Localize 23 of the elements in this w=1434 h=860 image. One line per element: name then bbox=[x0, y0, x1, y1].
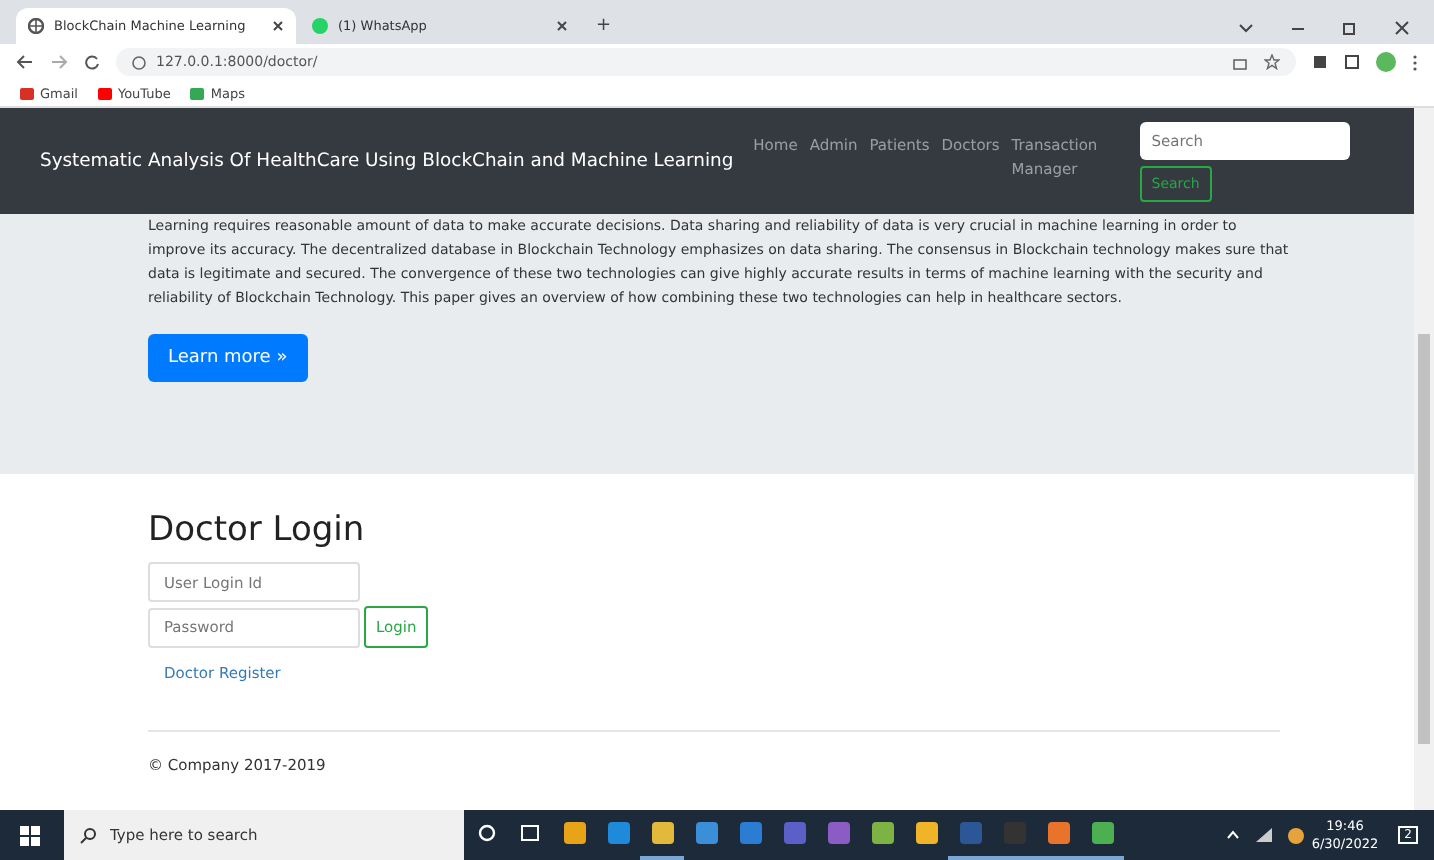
windows-icon[interactable] bbox=[20, 825, 40, 845]
close-icon[interactable] bbox=[272, 20, 284, 32]
menu-icon[interactable] bbox=[1412, 53, 1418, 71]
reload-icon[interactable] bbox=[84, 54, 100, 70]
info-icon bbox=[132, 55, 146, 69]
new-tab-button[interactable]: + bbox=[584, 16, 624, 44]
star-icon[interactable] bbox=[1264, 54, 1280, 70]
status-icon[interactable] bbox=[1287, 827, 1304, 843]
wifi-icon[interactable] bbox=[1255, 828, 1272, 842]
chevron-icon[interactable] bbox=[1225, 830, 1240, 840]
close-icon[interactable] bbox=[1394, 20, 1410, 36]
search-icon bbox=[80, 827, 96, 843]
close-icon[interactable] bbox=[556, 20, 568, 32]
chat-icon bbox=[312, 18, 328, 34]
back-icon[interactable] bbox=[16, 54, 34, 70]
restore-icon[interactable] bbox=[1342, 20, 1358, 36]
login-heading: Doctor Login bbox=[148, 510, 367, 550]
learn-more-button[interactable]: Learn more » bbox=[148, 334, 308, 383]
brand-title: Systematic Analysis Of HealthCare Using BlockChain and Machine Learning bbox=[40, 150, 734, 172]
sidebar-icon[interactable] bbox=[1344, 54, 1360, 70]
globe-icon bbox=[28, 18, 44, 34]
scrollbar[interactable] bbox=[1414, 108, 1434, 810]
chevron-icon[interactable] bbox=[1238, 20, 1254, 36]
